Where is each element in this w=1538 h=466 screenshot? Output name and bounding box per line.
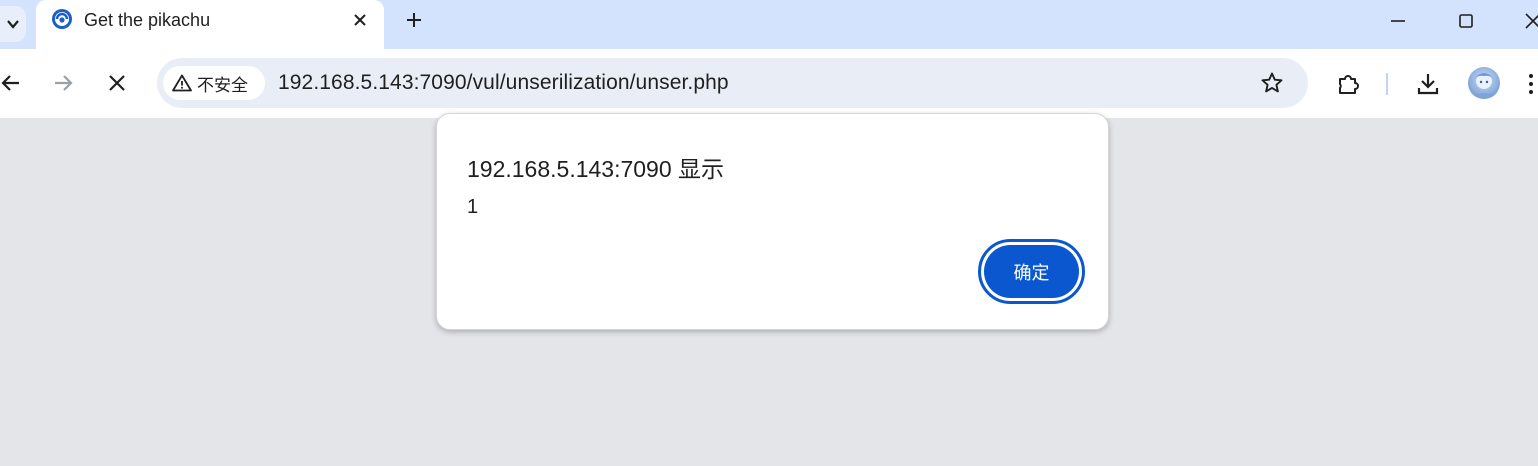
close-icon (109, 75, 125, 91)
active-tab[interactable]: Get the pikachu (36, 0, 384, 49)
security-indicator[interactable]: 不安全 (163, 66, 265, 100)
download-icon (1417, 74, 1439, 95)
star-icon (1261, 72, 1283, 93)
maximize-icon (1459, 14, 1473, 28)
address-bar[interactable]: 不安全 192.168.5.143:7090/vul/unserilizatio… (157, 58, 1308, 108)
maximize-button[interactable] (1451, 6, 1481, 36)
dialog-message: 1 (467, 196, 479, 218)
downloads-button[interactable] (1412, 68, 1444, 100)
dialog-title: 192.168.5.143:7090 显示 (467, 156, 725, 182)
security-label: 不安全 (197, 75, 248, 95)
window-close-button[interactable] (1518, 6, 1538, 36)
tab-search-button[interactable] (0, 6, 26, 42)
browser-toolbar: 不安全 192.168.5.143:7090/vul/unserilizatio… (0, 49, 1538, 118)
new-tab-button[interactable] (400, 6, 428, 34)
toolbar-divider (1386, 73, 1388, 95)
tab-title: Get the pikachu (84, 10, 211, 30)
ok-button-label: 确定 (984, 245, 1079, 298)
extensions-button[interactable] (1333, 68, 1365, 100)
url-text[interactable]: 192.168.5.143:7090/vul/unserilization/un… (278, 71, 729, 95)
minimize-button[interactable] (1383, 6, 1413, 36)
alert-dialog: 192.168.5.143:7090 显示 1 确定 (436, 113, 1109, 330)
browser-menu-button[interactable] (1524, 68, 1538, 100)
stop-loading-button[interactable] (102, 68, 132, 98)
profile-picture (1472, 73, 1496, 99)
back-button[interactable] (0, 68, 26, 98)
tab-close-button[interactable] (348, 8, 372, 32)
tab-strip: Get the pikachu (0, 0, 1538, 49)
puzzle-icon (1339, 75, 1359, 94)
bookmark-button[interactable] (1257, 68, 1287, 98)
avatar[interactable] (1468, 67, 1500, 99)
pikachu-site-favicon (52, 9, 72, 29)
minimize-icon (1391, 20, 1405, 22)
plus-icon (407, 13, 421, 27)
close-icon (354, 14, 366, 26)
arrow-left-icon (1, 75, 19, 91)
ok-button[interactable]: 确定 (978, 239, 1085, 304)
close-icon (1525, 13, 1538, 29)
chevron-down-icon (7, 20, 19, 29)
arrow-right-icon (55, 75, 73, 91)
warning-icon (172, 74, 192, 92)
more-vert-icon (1529, 74, 1533, 94)
forward-button[interactable] (48, 68, 78, 98)
